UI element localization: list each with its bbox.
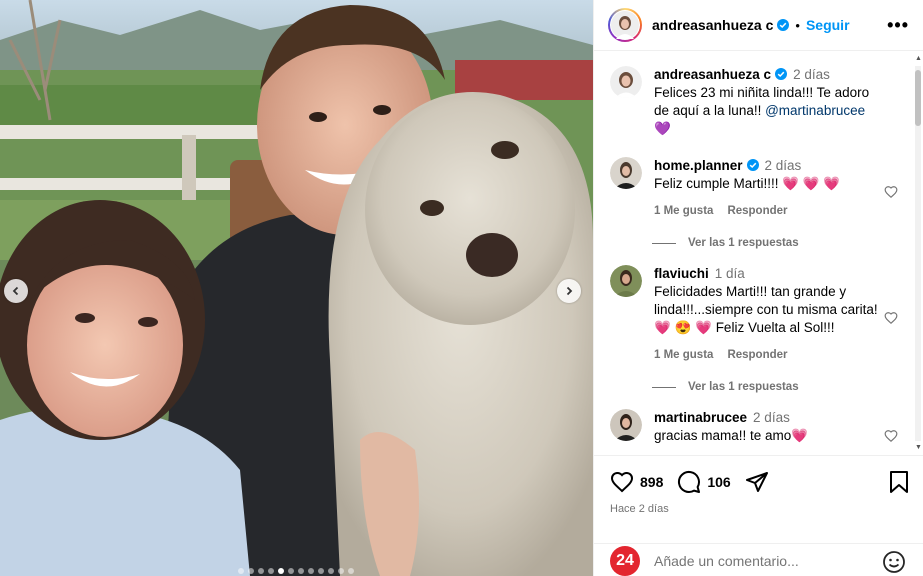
carousel-dot: [328, 568, 334, 574]
post-photo[interactable]: [0, 0, 593, 576]
author-avatar-image: [611, 11, 639, 39]
carousel-dot: [278, 568, 284, 574]
scrollbar-thumb[interactable]: [915, 70, 921, 126]
like-comment-heart-icon[interactable]: [884, 311, 898, 325]
carousel-dot: [268, 568, 274, 574]
comment-text-continued: Feliz Vuelta al Sol!!!: [711, 320, 835, 335]
scroll-up-arrow-icon[interactable]: ▲: [915, 55, 922, 62]
comment-username[interactable]: home.planner: [654, 158, 743, 173]
add-comment-input[interactable]: [654, 552, 854, 569]
photo-image: [0, 0, 593, 576]
author-avatar-small[interactable]: [610, 66, 642, 98]
comment-username[interactable]: flaviuchi: [654, 266, 709, 281]
post-sidebar: andreasanhueza c • Seguir ••• andreasanh…: [593, 0, 923, 576]
carousel-dot: [318, 568, 324, 574]
comments-count[interactable]: 106: [707, 474, 730, 490]
commenter-avatar[interactable]: [610, 265, 642, 297]
like-heart-icon[interactable]: [610, 470, 634, 494]
emoji-picker-icon[interactable]: [882, 550, 906, 574]
follow-button[interactable]: Seguir: [806, 17, 850, 33]
verified-badge-icon: [746, 159, 759, 171]
post-actions: 898 106 Hace 2 días 24: [594, 455, 923, 576]
comment-emoji: 💗 💗 💗: [782, 176, 841, 191]
previous-photo-button[interactable]: [4, 279, 28, 303]
channel-badge: 24: [610, 545, 640, 576]
verified-badge-icon: [775, 68, 788, 80]
author-avatar[interactable]: [608, 8, 642, 42]
carousel-dot: [298, 568, 304, 574]
comment-item: martinabrucee 2 días gracias mama!! te am…: [610, 409, 908, 445]
header-separator: •: [795, 17, 800, 33]
comments-scrollbar[interactable]: ▲ ▼: [915, 55, 922, 451]
comment-emoji: 💗 😍 💗: [654, 320, 712, 335]
comments-list[interactable]: andreasanhueza c2 días Felices 23 mi niñ…: [594, 52, 923, 455]
reply-button[interactable]: Responder: [727, 349, 787, 361]
comment-text: gracias mama!! te amo: [654, 428, 792, 443]
chevron-left-icon: [12, 286, 19, 296]
likes-count[interactable]: 898: [640, 474, 663, 490]
comment-likes[interactable]: 1 Me gusta: [654, 349, 713, 361]
caption-username[interactable]: andreasanhueza c: [654, 67, 771, 82]
comment-time[interactable]: 2 días: [765, 158, 802, 173]
comment-username[interactable]: martinabrucee: [654, 410, 747, 425]
comment-emoji: 💗: [791, 428, 809, 443]
chevron-right-icon: [566, 286, 573, 296]
comment-text: Felicidades Marti!!! tan grande y linda!…: [654, 284, 878, 317]
verified-badge-icon: [777, 19, 790, 31]
share-paper-plane-icon[interactable]: [745, 470, 769, 494]
carousel-dot: [348, 568, 354, 574]
carousel-dot: [338, 568, 344, 574]
like-comment-heart-icon[interactable]: [884, 185, 898, 199]
replies-divider: [652, 242, 676, 244]
caption-mention[interactable]: @martinabrucee: [765, 103, 865, 118]
view-replies-button[interactable]: Ver las 1 respuestas: [652, 381, 908, 393]
view-replies-button[interactable]: Ver las 1 respuestas: [652, 237, 908, 249]
comment-bubble-icon[interactable]: [677, 470, 701, 494]
comment-item: flaviuchi 1 día Felicidades Marti!!! tan …: [610, 265, 908, 364]
view-replies-label: Ver las 1 respuestas: [688, 237, 799, 249]
commenter-avatar[interactable]: [610, 409, 642, 441]
next-photo-button[interactable]: [557, 279, 581, 303]
carousel-indicator: [238, 568, 354, 574]
view-replies-label: Ver las 1 respuestas: [688, 381, 799, 393]
post-caption: andreasanhueza c2 días Felices 23 mi niñ…: [610, 66, 908, 138]
reply-button[interactable]: Responder: [727, 205, 787, 217]
scroll-down-arrow-icon[interactable]: ▼: [915, 444, 922, 451]
save-bookmark-icon[interactable]: [888, 470, 910, 494]
like-comment-heart-icon[interactable]: [884, 429, 898, 443]
comment-time[interactable]: 2 días: [753, 410, 790, 425]
carousel-dot: [288, 568, 294, 574]
carousel-dot: [258, 568, 264, 574]
comment-item: home.planner 2 días Feliz cumple Marti!!!…: [610, 157, 908, 220]
caption-time[interactable]: 2 días: [793, 67, 830, 82]
add-comment-bar: 24: [594, 543, 923, 576]
comment-likes[interactable]: 1 Me gusta: [654, 205, 713, 217]
replies-divider: [652, 386, 676, 388]
carousel-dot: [248, 568, 254, 574]
comment-text: Feliz cumple Marti!!!!: [654, 176, 783, 191]
post-header: andreasanhueza c • Seguir •••: [594, 0, 923, 51]
carousel-dot: [238, 568, 244, 574]
carousel-dot: [308, 568, 314, 574]
caption-emoji: 💜: [654, 121, 671, 136]
commenter-avatar[interactable]: [610, 157, 642, 189]
post-viewer: andreasanhueza c • Seguir ••• andreasanh…: [0, 0, 923, 576]
more-options-button[interactable]: •••: [887, 15, 909, 36]
comment-time[interactable]: 1 día: [715, 266, 745, 281]
author-username[interactable]: andreasanhueza c: [652, 17, 773, 33]
post-timestamp: Hace 2 días: [610, 503, 669, 515]
